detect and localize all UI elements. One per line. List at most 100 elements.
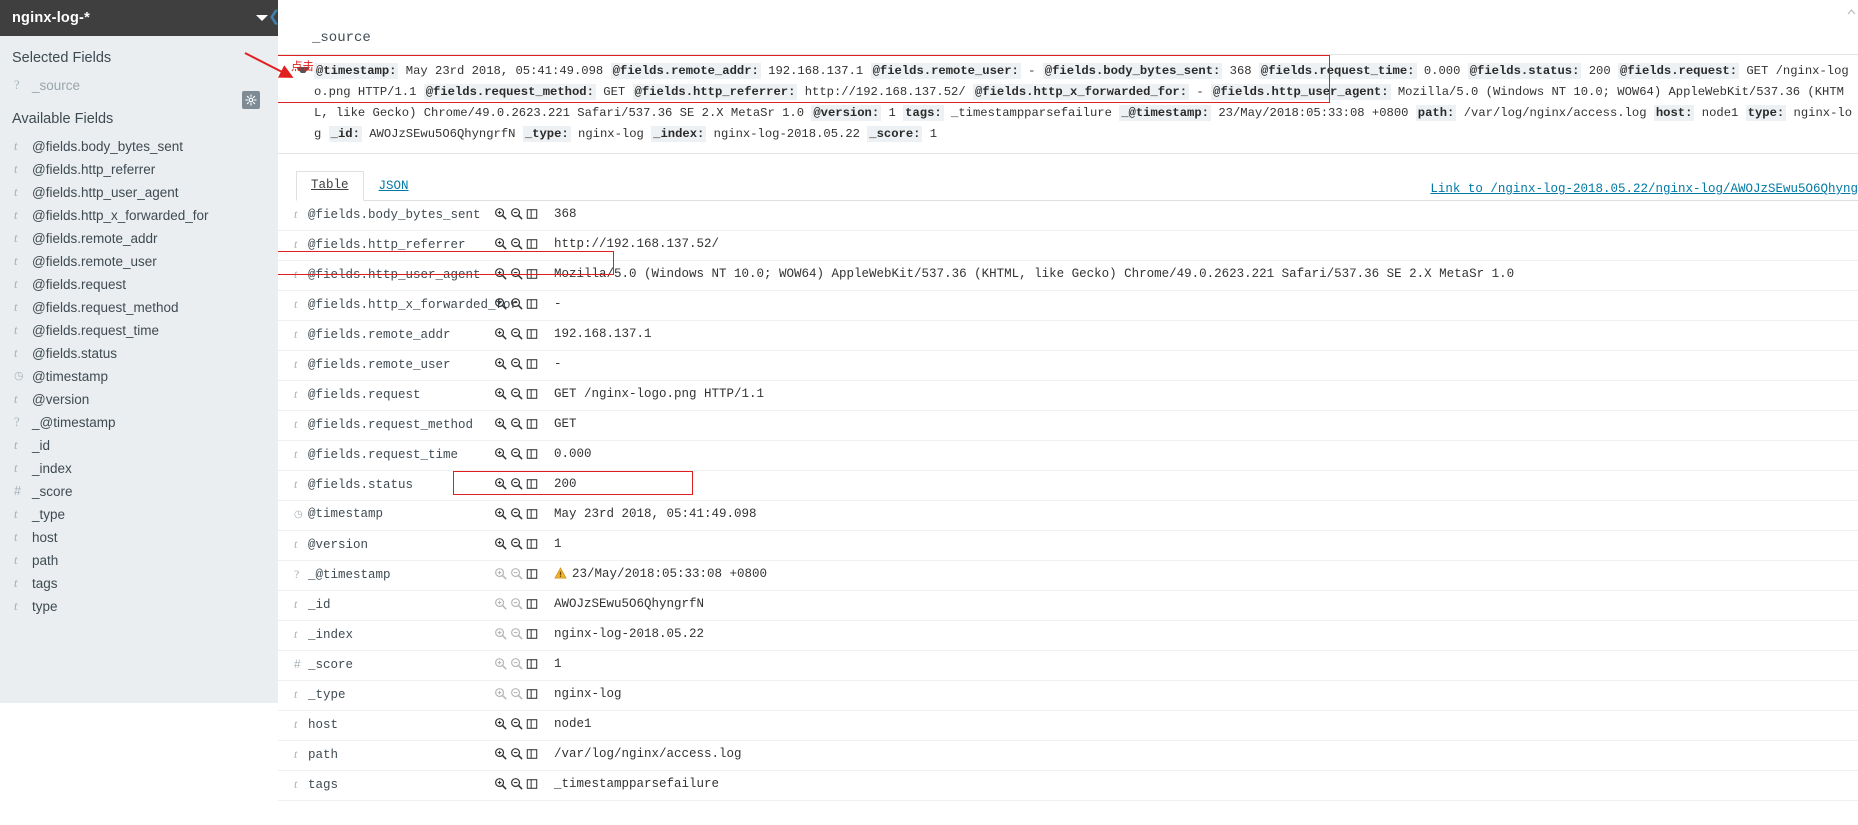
sidebar-field-fieldsstatus[interactable]: t @fields.status <box>0 342 278 365</box>
filter-for-value-icon[interactable] <box>494 777 507 794</box>
sidebar-field-_type[interactable]: t _type <box>0 503 278 526</box>
row-actions <box>490 231 554 261</box>
sidebar-field-_score[interactable]: # _score <box>0 480 278 503</box>
index-pattern-selector[interactable]: nginx-log-* <box>0 0 278 36</box>
field-value-cell: AWOJzSEwu5O6QhyngrfN <box>554 591 1858 621</box>
source-summary-row: @timestamp: May 23rd 2018, 05:41:49.098 … <box>278 54 1858 154</box>
field-name-cell: t @fields.remote_user <box>278 351 490 381</box>
source-key: @fields.http_x_forwarded_for: <box>972 84 1190 100</box>
field-value-text: - <box>554 297 562 311</box>
filter-for-value-icon[interactable] <box>494 237 507 254</box>
filter-for-value-icon[interactable] <box>494 417 507 434</box>
row-actions <box>490 561 554 591</box>
toggle-column-icon[interactable] <box>526 598 538 614</box>
toggle-column-icon[interactable] <box>526 358 538 374</box>
filter-out-value-icon[interactable] <box>510 357 523 374</box>
tab-json[interactable]: JSON <box>364 172 424 201</box>
source-value: 200 <box>1581 64 1618 78</box>
filter-for-value-icon[interactable] <box>494 327 507 344</box>
sidebar-field-fieldsremote_addr[interactable]: t @fields.remote_addr <box>0 227 278 250</box>
expand-document-caret-icon[interactable] <box>296 67 310 73</box>
filter-out-value-icon[interactable] <box>510 237 523 254</box>
filter-out-value-icon[interactable] <box>510 387 523 404</box>
sidebar-field-fieldsrequest_method[interactable]: t @fields.request_method <box>0 296 278 319</box>
filter-out-value-icon[interactable] <box>510 537 523 554</box>
sidebar-field-timestamp[interactable]: ◷ @timestamp <box>0 365 278 388</box>
filter-out-value-icon[interactable] <box>510 207 523 224</box>
toggle-column-icon[interactable] <box>526 418 538 434</box>
toggle-column-icon[interactable] <box>526 328 538 344</box>
sidebar-field-_timestamp[interactable]: ? _@timestamp <box>0 411 278 434</box>
field-name-cell: t tags <box>278 771 490 801</box>
sidebar-field-fieldshttp_x_forwarded_for[interactable]: t @fields.http_x_forwarded_for <box>0 204 278 227</box>
filter-out-value-icon[interactable] <box>510 777 523 794</box>
source-value: AWOJzSEwu5O6QhyngrfN <box>361 127 523 141</box>
chevron-down-icon[interactable] <box>256 15 268 21</box>
toggle-column-icon[interactable] <box>526 388 538 404</box>
filter-out-value-icon[interactable] <box>510 747 523 764</box>
sidebar-field-fieldsrequest[interactable]: t @fields.request <box>0 273 278 296</box>
toggle-column-icon[interactable] <box>526 718 538 734</box>
sidebar-field-_index[interactable]: t _index <box>0 457 278 480</box>
toggle-column-icon[interactable] <box>526 748 538 764</box>
filter-out-value-icon[interactable] <box>510 507 523 524</box>
filter-out-value-icon[interactable] <box>510 477 523 494</box>
sidebar-field-fieldshttp_user_agent[interactable]: t @fields.http_user_agent <box>0 181 278 204</box>
toggle-column-icon[interactable] <box>526 268 538 284</box>
toggle-column-icon[interactable] <box>526 628 538 644</box>
sidebar-collapse-toggle[interactable]: ❮ <box>268 8 282 26</box>
toggle-column-icon[interactable] <box>526 208 538 224</box>
sidebar-field-fieldshttp_referrer[interactable]: t @fields.http_referrer <box>0 158 278 181</box>
source-value: GET <box>595 85 633 99</box>
field-name-label: @fields.request <box>308 388 421 402</box>
sidebar-field-host[interactable]: t host <box>0 526 278 549</box>
field-type-icon: t <box>294 627 298 641</box>
toggle-column-icon[interactable] <box>526 568 538 584</box>
toggle-column-icon[interactable] <box>526 448 538 464</box>
sidebar-field-fieldsbody_bytes_sent[interactable]: t @fields.body_bytes_sent <box>0 135 278 158</box>
filter-for-value-icon[interactable] <box>494 267 507 284</box>
table-row: t @fields.http_user_agent Mozilla/5.0 (Win… <box>278 261 1858 291</box>
filter-for-value-icon[interactable] <box>494 297 507 314</box>
sidebar-field-fieldsrequest_time[interactable]: t @fields.request_time <box>0 319 278 342</box>
tab-table[interactable]: Table <box>296 171 364 201</box>
filter-for-value-icon[interactable] <box>494 717 507 734</box>
filter-for-value-icon[interactable] <box>494 507 507 524</box>
filter-for-value-icon[interactable] <box>494 387 507 404</box>
toggle-column-icon[interactable] <box>526 538 538 554</box>
source-summary-text: @timestamp: May 23rd 2018, 05:41:49.098 … <box>310 61 1854 145</box>
filter-for-value-icon[interactable] <box>494 207 507 224</box>
toggle-column-icon[interactable] <box>526 658 538 674</box>
toggle-column-icon[interactable] <box>526 298 538 314</box>
filter-for-value-icon[interactable] <box>494 747 507 764</box>
sidebar-field-version[interactable]: t @version <box>0 388 278 411</box>
sidebar-field-fieldsremote_user[interactable]: t @fields.remote_user <box>0 250 278 273</box>
sidebar-field-tags[interactable]: t tags <box>0 572 278 595</box>
filter-out-value-icon[interactable] <box>510 297 523 314</box>
scroll-indicator[interactable] <box>1847 4 1856 15</box>
sidebar-field-type[interactable]: t type <box>0 595 278 618</box>
toggle-column-icon[interactable] <box>526 238 538 254</box>
sidebar-field-label: _@timestamp <box>32 415 116 430</box>
toggle-column-icon[interactable] <box>526 478 538 494</box>
filter-out-value-icon[interactable] <box>510 447 523 464</box>
filter-for-value-icon[interactable] <box>494 357 507 374</box>
toggle-column-icon[interactable] <box>526 508 538 524</box>
sidebar-field-path[interactable]: t path <box>0 549 278 572</box>
sidebar-field-_id[interactable]: t _id <box>0 434 278 457</box>
filter-out-value-icon[interactable] <box>510 417 523 434</box>
filter-out-value-icon[interactable] <box>510 267 523 284</box>
filter-out-value-icon[interactable] <box>510 327 523 344</box>
filter-for-value-icon[interactable] <box>494 447 507 464</box>
field-value-cell: - <box>554 291 1858 321</box>
field-value-text: http://192.168.137.52/ <box>554 237 720 251</box>
sidebar-field-source[interactable]: ? _source <box>0 74 278 97</box>
filter-for-value-icon[interactable] <box>494 477 507 494</box>
document-permalink[interactable]: Link to /nginx-log-2018.05.22/nginx-log/… <box>1430 182 1858 196</box>
filter-out-value-icon <box>510 657 523 674</box>
toggle-column-icon[interactable] <box>526 688 538 704</box>
toggle-column-icon[interactable] <box>526 778 538 794</box>
field-settings-gear-icon[interactable] <box>242 91 260 109</box>
filter-out-value-icon[interactable] <box>510 717 523 734</box>
filter-for-value-icon[interactable] <box>494 537 507 554</box>
